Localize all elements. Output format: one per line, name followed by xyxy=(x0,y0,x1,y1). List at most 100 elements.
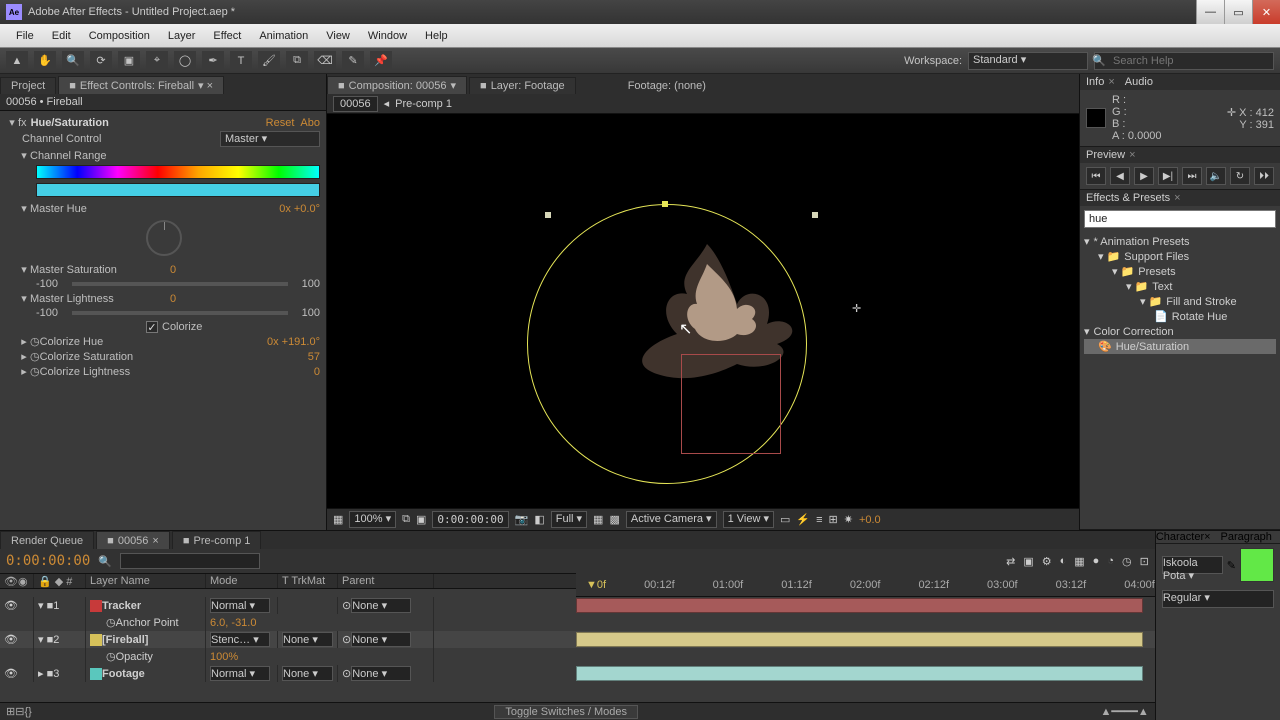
tab-composition[interactable]: ■ Composition: 00056 ▾ xyxy=(327,76,467,94)
roto-tool[interactable]: ✎ xyxy=(342,51,364,71)
tree-presets[interactable]: ▾ 📁 Presets xyxy=(1084,264,1276,279)
anchor-point-value[interactable]: 6.0, -31.0 xyxy=(210,617,256,629)
timeline-tracks[interactable] xyxy=(576,597,1143,702)
last-frame-button[interactable]: ⏭ xyxy=(1182,167,1202,185)
tab-precomp1[interactable]: ■ Pre-comp 1 xyxy=(172,531,262,549)
zoom-select[interactable]: 100% ▾ xyxy=(349,511,396,528)
effect-reset-link[interactable]: Reset xyxy=(266,117,295,129)
tab-paragraph[interactable]: Paragraph xyxy=(1221,531,1272,543)
master-lightness-slider[interactable] xyxy=(72,311,288,315)
puppet-tool[interactable]: 📌 xyxy=(370,51,392,71)
master-saturation-value[interactable]: 0 xyxy=(170,264,176,276)
mask-toggle-icon[interactable]: ▩ xyxy=(609,513,619,526)
shape-tool[interactable]: ◯ xyxy=(174,51,196,71)
timeline-tool-icon[interactable]: ⚙ xyxy=(1042,555,1052,568)
eyedropper-icon[interactable]: ✎ xyxy=(1227,559,1236,572)
stopwatch-icon[interactable]: ◷ xyxy=(30,335,40,348)
menu-window[interactable]: Window xyxy=(360,28,415,44)
selection-tool[interactable]: ▲ xyxy=(6,51,28,71)
colorize-checkbox[interactable]: ✓ xyxy=(146,321,158,333)
tab-effects-presets[interactable]: Effects & Presets xyxy=(1086,192,1170,204)
tree-support-files[interactable]: ▾ 📁 Support Files xyxy=(1084,249,1276,264)
stopwatch-icon[interactable]: ◷ xyxy=(30,350,40,363)
master-saturation-slider[interactable] xyxy=(72,282,288,286)
transform-handle[interactable] xyxy=(812,212,818,218)
viewer-timecode[interactable]: 0:00:00:00 xyxy=(432,511,508,528)
mode-select[interactable]: Normal ▾ xyxy=(210,666,270,681)
layer-bar-fireball[interactable] xyxy=(576,632,1143,647)
disclosure-icon[interactable]: ▾ xyxy=(18,149,30,162)
effect-name[interactable]: Hue/Saturation xyxy=(31,117,109,129)
timeline-tool-icon[interactable]: ◔ xyxy=(1107,555,1114,567)
camera-tool[interactable]: ▣ xyxy=(118,51,140,71)
parent-select[interactable]: None ▾ xyxy=(351,598,411,613)
composition-viewer[interactable]: ✛ ↖ xyxy=(327,114,1079,508)
resolution-select[interactable]: Full ▾ xyxy=(551,511,587,528)
hue-dial[interactable] xyxy=(146,220,182,256)
help-search-input[interactable] xyxy=(1094,52,1274,70)
colorize-saturation-value[interactable]: 57 xyxy=(308,351,320,363)
parent-select[interactable]: None ▾ xyxy=(351,666,411,681)
timeline-tool-icon[interactable]: ◐ xyxy=(1060,555,1067,567)
timeline-foot-icon[interactable]: ⊞ xyxy=(6,705,15,718)
transparency-grid-icon[interactable]: ▦ xyxy=(593,513,603,526)
rotate-tool[interactable]: ⟳ xyxy=(90,51,112,71)
menu-file[interactable]: File xyxy=(8,28,42,44)
views-select[interactable]: 1 View ▾ xyxy=(723,511,774,528)
colorize-hue-value[interactable]: 0x +191.0° xyxy=(267,336,320,348)
text-fill-color[interactable] xyxy=(1240,548,1274,582)
tab-audio[interactable]: Audio xyxy=(1125,76,1153,88)
zoom-tool-icon[interactable]: 🔍 xyxy=(62,51,84,71)
layer-bar-footage[interactable] xyxy=(576,666,1143,681)
transform-handle[interactable] xyxy=(545,212,551,218)
tree-color-correction[interactable]: ▾ Color Correction xyxy=(1084,324,1276,339)
hand-tool[interactable]: ✋ xyxy=(34,51,56,71)
font-style-select[interactable]: Regular ▾ xyxy=(1162,590,1274,608)
trkmat-select[interactable]: None ▾ xyxy=(282,666,333,681)
colorize-lightness-value[interactable]: 0 xyxy=(314,366,320,378)
disclosure-icon[interactable]: ▸ xyxy=(18,350,30,363)
trkmat-select[interactable]: None ▾ xyxy=(282,632,333,647)
ram-preview-button[interactable]: ⏵⏵ xyxy=(1254,167,1274,185)
channel-control-select[interactable]: Master ▾ xyxy=(220,131,320,147)
type-tool[interactable]: T xyxy=(230,51,252,71)
menu-effect[interactable]: Effect xyxy=(205,28,249,44)
playhead-marker[interactable]: ▼0f xyxy=(586,579,606,591)
show-channel-icon[interactable]: ◧ xyxy=(534,513,544,526)
hue-spectrum-strip[interactable] xyxy=(36,165,320,179)
disclosure-icon[interactable]: ▾ xyxy=(18,202,30,215)
fx-toggle-icon[interactable]: fx xyxy=(18,117,27,129)
viewer-safe-icon[interactable]: ▣ xyxy=(416,513,426,526)
timeline-zoom-slider[interactable]: ▲━━━━▲ xyxy=(1101,705,1149,718)
workspace-select[interactable]: Standard ▾ xyxy=(968,52,1088,70)
timeline-icon[interactable]: ≡ xyxy=(816,514,822,526)
tree-text[interactable]: ▾ 📁 Text xyxy=(1084,279,1276,294)
layer-bar-tracker[interactable] xyxy=(576,598,1143,613)
maximize-button[interactable]: ▭ xyxy=(1224,0,1252,24)
nav-back-icon[interactable]: ◂ xyxy=(384,97,390,110)
disclosure-icon[interactable]: ▸ xyxy=(18,365,30,378)
tab-project[interactable]: Project xyxy=(0,77,56,94)
timeline-search-input[interactable] xyxy=(120,553,260,569)
play-button[interactable]: ▶ xyxy=(1134,167,1154,185)
mask-vertex[interactable] xyxy=(662,201,668,207)
snapshot-icon[interactable]: 📷 xyxy=(515,513,529,526)
timeline-tool-icon[interactable]: ● xyxy=(1093,555,1100,567)
viewer-grid-icon[interactable]: ▦ xyxy=(333,513,343,526)
tracker-region[interactable] xyxy=(681,354,781,454)
audio-button[interactable]: 🔈 xyxy=(1206,167,1226,185)
disclosure-icon[interactable]: ▾ xyxy=(6,116,18,129)
timeline-tool-icon[interactable]: ◷ xyxy=(1122,555,1132,568)
pen-tool[interactable]: ✒ xyxy=(202,51,224,71)
toggle-switches-button[interactable]: Toggle Switches / Modes xyxy=(494,705,638,719)
tab-comp-00056[interactable]: ■ 00056 × xyxy=(96,531,170,549)
tree-rotate-hue[interactable]: 📄 Rotate Hue xyxy=(1084,309,1276,324)
tree-animation-presets[interactable]: ▾ * Animation Presets xyxy=(1084,234,1276,249)
timeline-foot-icon[interactable]: {} xyxy=(24,706,31,718)
prev-frame-button[interactable]: ◀ xyxy=(1110,167,1130,185)
tab-character[interactable]: Character xyxy=(1156,531,1204,543)
menu-help[interactable]: Help xyxy=(417,28,456,44)
layer-color-chip[interactable] xyxy=(90,634,102,646)
menu-view[interactable]: View xyxy=(318,28,358,44)
next-frame-button[interactable]: ▶| xyxy=(1158,167,1178,185)
